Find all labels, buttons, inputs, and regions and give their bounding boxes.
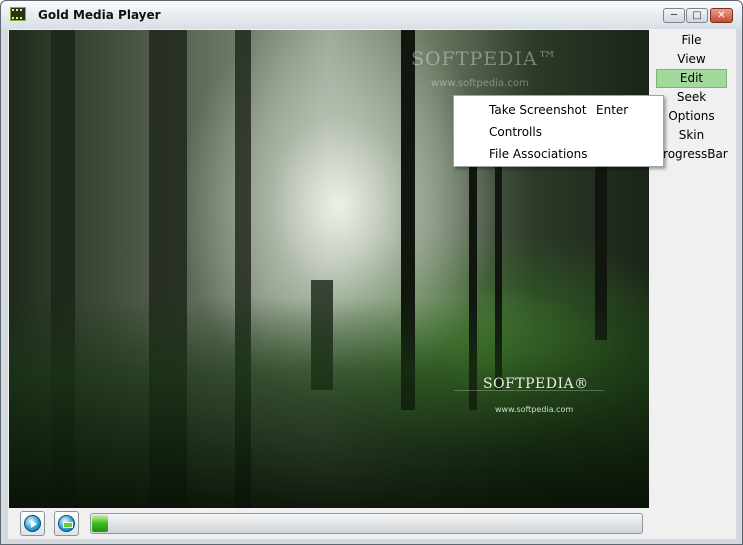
app-window: Gold Media Player ─ □ ✕ SOFTPEDIA™ www.s… bbox=[0, 0, 743, 545]
progress-fill bbox=[92, 515, 108, 532]
play-button[interactable] bbox=[20, 511, 45, 536]
stop-button[interactable] bbox=[54, 511, 79, 536]
edit-dropdown-menu: Take Screenshot Enter Controlls File Ass… bbox=[453, 95, 664, 167]
stop-icon bbox=[58, 515, 75, 532]
shortcut-label: Enter bbox=[596, 103, 629, 117]
window-title: Gold Media Player bbox=[38, 8, 161, 22]
menu-item-skin[interactable]: Skin bbox=[656, 126, 727, 145]
minimize-button[interactable]: ─ bbox=[663, 8, 685, 23]
menu-item-seek[interactable]: Seek bbox=[656, 88, 727, 107]
film-strip-icon bbox=[10, 7, 26, 21]
close-icon: ✕ bbox=[717, 10, 726, 21]
menu-item-edit[interactable]: Edit bbox=[656, 69, 727, 88]
menu-item-progressbar[interactable]: ProgressBar bbox=[656, 145, 728, 164]
playback-controls bbox=[9, 508, 736, 539]
play-icon bbox=[24, 515, 41, 532]
menu-item-label: File Associations bbox=[489, 147, 588, 161]
seek-progress-bar[interactable] bbox=[90, 513, 643, 534]
menu-item-label: Controlls bbox=[489, 125, 542, 139]
client-area: SOFTPEDIA™ www.softpedia.com SOFTPEDIA® … bbox=[8, 29, 736, 539]
menu-item-controlls[interactable]: Controlls bbox=[454, 121, 663, 143]
maximize-icon: □ bbox=[692, 10, 702, 21]
menu-item-label: Take Screenshot bbox=[489, 103, 587, 117]
forest-floor bbox=[9, 298, 649, 508]
watermark-url: www.softpedia.com bbox=[495, 405, 574, 414]
close-button[interactable]: ✕ bbox=[710, 8, 733, 23]
minimize-icon: ─ bbox=[670, 10, 678, 21]
maximize-button[interactable]: □ bbox=[686, 8, 708, 23]
title-bar[interactable]: Gold Media Player ─ □ ✕ bbox=[1, 1, 742, 29]
watermark-logo: SOFTPEDIA® bbox=[483, 376, 589, 392]
menu-item-file[interactable]: File bbox=[656, 31, 727, 50]
menu-item-options[interactable]: Options bbox=[656, 107, 727, 126]
watermark-url-faint: www.softpedia.com bbox=[431, 78, 529, 89]
watermark-logo-faint: SOFTPEDIA™ bbox=[411, 48, 558, 70]
menu-item-view[interactable]: View bbox=[656, 50, 727, 69]
menu-item-take-screenshot[interactable]: Take Screenshot Enter bbox=[454, 99, 663, 121]
menu-item-file-associations[interactable]: File Associations bbox=[454, 143, 663, 165]
